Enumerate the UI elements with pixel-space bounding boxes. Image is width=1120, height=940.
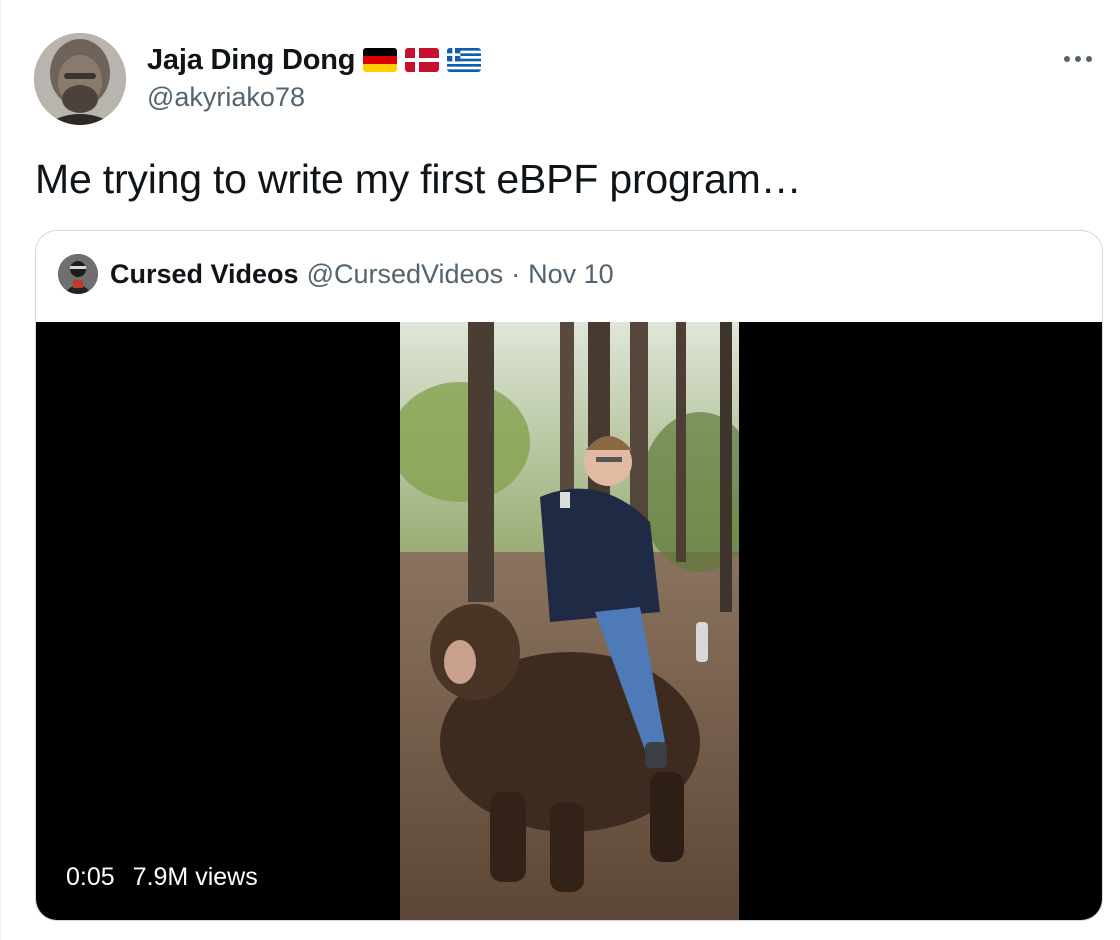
greece-flag-icon [447,48,482,72]
quoted-tweet[interactable]: Cursed Videos @CursedVideos · Nov 10 0:0… [35,230,1103,921]
tweet-text: Me trying to write my first eBPF program… [35,156,802,202]
author-info: Jaja Ding Dong @akyriako78 [147,42,482,113]
video-timestamp: 0:05 [66,863,115,891]
quoted-tweet-date: Nov 10 [528,258,614,289]
quoted-author-avatar [58,254,98,294]
more-horizontal-icon [1064,56,1092,62]
video-meta: 0:05 7.9M views [66,863,258,892]
author-avatar[interactable] [34,33,126,125]
video-thumbnail [400,322,739,920]
quoted-author-name: Cursed Videos [110,258,299,289]
tweet[interactable]: Jaja Ding Dong @akyriako78 Me trying to … [0,0,1120,940]
quoted-author-handle: @CursedVideos [306,258,504,289]
video-view-count: 7.9M views [132,863,258,891]
germany-flag-icon [363,48,398,72]
author-handle[interactable]: @akyriako78 [147,82,481,113]
video-player[interactable]: 0:05 7.9M views [36,322,1102,920]
separator-dot: · [511,258,521,289]
quoted-tweet-header: Cursed Videos @CursedVideos · Nov 10 [58,253,614,295]
author-display-name[interactable]: Jaja Ding Dong [147,44,355,77]
more-options-button[interactable] [1058,44,1098,74]
denmark-flag-icon [405,48,440,72]
